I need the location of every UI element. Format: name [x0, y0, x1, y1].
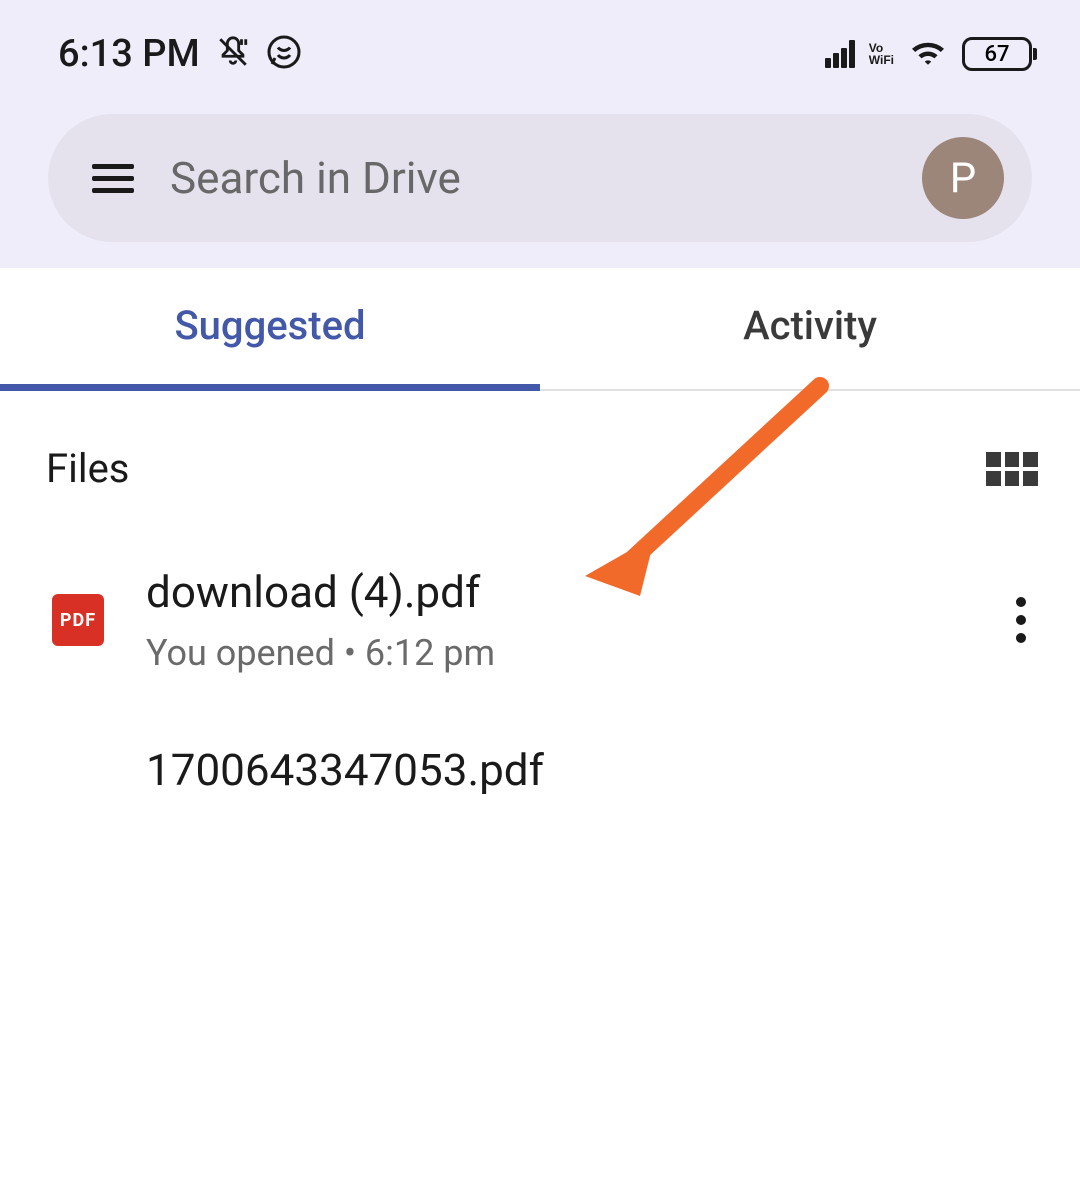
files-header: Files — [46, 445, 1038, 492]
status-time: 6:13 PM — [58, 32, 200, 76]
avatar[interactable]: P — [922, 137, 1004, 219]
files-title: Files — [46, 445, 129, 492]
files-section: Files PDF download (4).pdf You opened • … — [0, 391, 1080, 1190]
file-item[interactable]: PDF download (4).pdf You opened • 6:12 p… — [46, 566, 1038, 674]
more-icon[interactable] — [1010, 591, 1032, 649]
whatsapp-icon — [266, 34, 302, 74]
file-name: 1700643347053.pdf — [146, 744, 1032, 796]
wifi-icon — [908, 36, 948, 72]
file-meta: You opened • 6:12 pm — [146, 632, 968, 674]
grid-view-icon[interactable] — [986, 452, 1038, 486]
status-bar: 6:13 PM Vo WiFi — [0, 0, 1080, 98]
battery-icon: 67 — [962, 37, 1032, 71]
file-info: download (4).pdf You opened • 6:12 pm — [146, 566, 968, 674]
status-right: Vo WiFi 67 — [825, 36, 1032, 72]
vowifi-icon: Vo WiFi — [869, 42, 894, 66]
tab-activity[interactable]: Activity — [540, 268, 1080, 389]
status-left: 6:13 PM — [58, 32, 302, 76]
tabs: Suggested Activity — [0, 268, 1080, 391]
tab-suggested[interactable]: Suggested — [0, 268, 540, 389]
search-bar[interactable]: Search in Drive P — [48, 114, 1032, 242]
search-input[interactable]: Search in Drive — [170, 152, 886, 204]
pdf-icon: PDF — [52, 594, 104, 646]
menu-icon[interactable] — [92, 164, 134, 193]
signal-icon — [825, 40, 855, 68]
file-item[interactable]: PDF 1700643347053.pdf — [46, 744, 1038, 796]
silent-icon — [216, 35, 250, 73]
file-info: 1700643347053.pdf — [146, 744, 1032, 796]
file-name: download (4).pdf — [146, 566, 968, 618]
